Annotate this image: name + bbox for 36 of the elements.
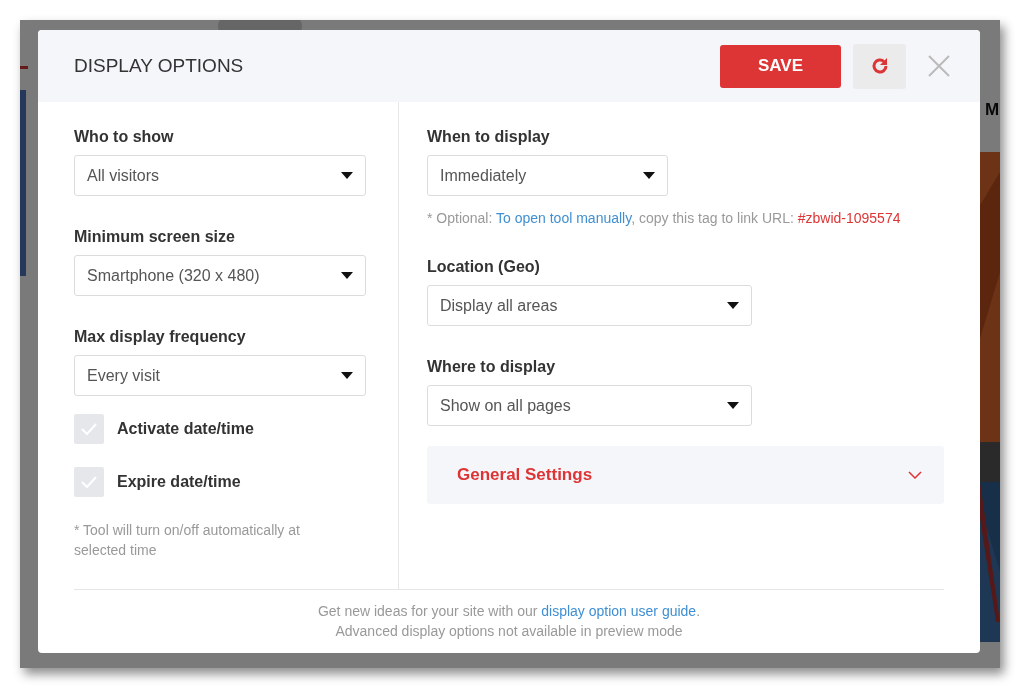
save-button[interactable]: SAVE: [720, 44, 841, 88]
chevron-down-icon: [908, 471, 922, 479]
link[interactable]: display option user guide: [541, 603, 697, 619]
footer-text: Advanced display options not available in preview mode: [335, 623, 683, 639]
dropdown[interactable]: Every visit: [74, 355, 366, 396]
check-icon: [80, 422, 98, 436]
dropdown[interactable]: Smartphone (320 x 480): [74, 255, 366, 296]
accordion-header[interactable]: General Settings: [427, 446, 944, 504]
dropdown[interactable]: All visitors: [74, 155, 366, 196]
dropdown[interactable]: Immediately: [427, 155, 668, 196]
field-label: When to display: [427, 128, 551, 146]
caret-icon: [643, 172, 655, 179]
field-label: Location (Geo): [427, 258, 541, 276]
footer-text: Get new ideas for your site with our display option user guide.: [317, 603, 701, 619]
field-label: Minimum screen size: [74, 228, 236, 246]
caret-icon: [727, 302, 739, 309]
dropdown[interactable]: Display all areas: [427, 285, 752, 326]
field-label: Max display frequency: [74, 328, 247, 346]
check-icon: [80, 475, 98, 489]
dialog-title: DISPLAY OPTIONS: [74, 55, 245, 77]
field-label: Where to display: [427, 358, 557, 376]
checkbox[interactable]: [74, 467, 104, 497]
dropdown[interactable]: Show on all pages: [427, 385, 752, 426]
close-icon: [928, 55, 950, 77]
field-label: Who to show: [74, 128, 175, 146]
caret-icon: [727, 402, 739, 409]
caret-icon: [341, 272, 353, 279]
checkbox-label: Activate date/time: [117, 420, 254, 438]
checkbox-label: Expire date/time: [117, 473, 241, 491]
note-text: * Tool will turn on/off automatically at selected time: [74, 521, 301, 560]
note-text: * Optional: To open tool manually, copy this tag to link URL: #zbwid-1095574: [427, 210, 902, 226]
caret-icon: [341, 372, 353, 379]
checkbox[interactable]: [74, 414, 104, 444]
refresh-button[interactable]: [853, 43, 906, 89]
caret-icon: [341, 172, 353, 179]
heading-text: M: [985, 100, 1000, 120]
